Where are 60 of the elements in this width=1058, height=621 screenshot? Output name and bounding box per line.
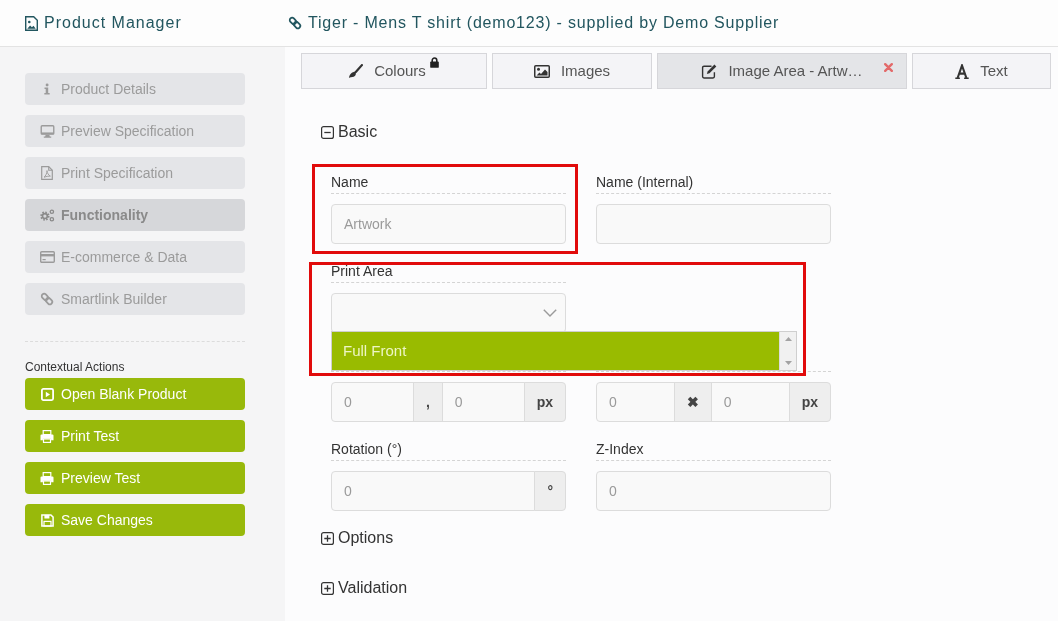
app-title: Product Manager xyxy=(44,13,182,33)
credit-card-icon xyxy=(39,251,55,263)
unit-addon: ° xyxy=(534,471,566,511)
font-icon xyxy=(955,63,970,79)
input-field[interactable]: 0 xyxy=(331,382,414,422)
action-button[interactable]: Preview Test xyxy=(25,462,245,494)
chevron-down-icon xyxy=(543,309,557,317)
field-label: Print Area xyxy=(331,261,566,283)
sidebar-item[interactable]: Smartlink Builder xyxy=(25,283,245,315)
action-button[interactable]: Save Changes xyxy=(25,504,245,536)
link-icon xyxy=(40,292,54,306)
input-field[interactable]: 0 xyxy=(331,471,536,511)
pdf-file-icon xyxy=(41,166,53,180)
section-toggle[interactable]: Validation xyxy=(321,578,408,598)
field-label: Name (Internal) xyxy=(596,172,831,194)
printer-icon xyxy=(40,471,54,485)
sidebar-item[interactable]: E-commerce & Data xyxy=(25,241,245,273)
play-square-icon xyxy=(40,387,54,401)
info-icon xyxy=(44,83,50,95)
brush-icon xyxy=(348,63,364,79)
dropdown-field[interactable] xyxy=(331,293,566,333)
unit-addon: px xyxy=(788,382,831,422)
section-toggle[interactable]: Basic xyxy=(321,122,378,142)
scrollbar[interactable] xyxy=(779,332,796,370)
triangle-down-icon[interactable] xyxy=(784,361,792,365)
tab[interactable]: Images xyxy=(492,53,652,89)
dropdown-option[interactable]: Full Front xyxy=(332,332,779,370)
sidebar-item[interactable]: Product Details xyxy=(25,73,245,105)
edit-icon xyxy=(701,63,718,79)
sidebar-item[interactable]: Preview Specification xyxy=(25,115,245,147)
close-icon[interactable] xyxy=(884,63,893,72)
printer-icon xyxy=(40,429,54,443)
action-button[interactable]: Open Blank Product xyxy=(25,378,245,410)
input-field[interactable] xyxy=(596,204,831,244)
sidebar-item[interactable]: Functionality xyxy=(25,199,245,231)
monitor-icon xyxy=(39,124,55,138)
input-field[interactable]: 0 xyxy=(596,471,831,511)
contextual-actions-heading: Contextual Actions xyxy=(25,359,126,375)
input-field[interactable]: 0 xyxy=(710,382,790,422)
separator-addon: ✖ xyxy=(673,382,712,422)
input-field[interactable]: 0 xyxy=(441,382,525,422)
separator-addon: , xyxy=(412,382,443,422)
unit-addon: px xyxy=(523,382,566,422)
field-label: Z-Index xyxy=(596,439,831,461)
tab[interactable]: Image Area - Artw… xyxy=(657,53,907,89)
tab[interactable]: Colours xyxy=(301,53,487,89)
sidebar-item[interactable]: Print Specification xyxy=(25,157,245,189)
gears-icon xyxy=(39,208,55,222)
link-icon xyxy=(288,16,302,30)
tab[interactable]: Text xyxy=(912,53,1051,89)
section-toggle[interactable]: Options xyxy=(321,528,394,548)
input-field[interactable]: Artwork xyxy=(331,204,566,244)
input-field[interactable]: 0 xyxy=(596,382,675,422)
field-label: Rotation (°) xyxy=(331,439,566,461)
action-button[interactable]: Print Test xyxy=(25,420,245,452)
image-file-icon xyxy=(25,15,38,31)
field-label: Name xyxy=(331,172,566,194)
triangle-up-icon[interactable] xyxy=(784,337,792,341)
image-icon xyxy=(533,64,550,78)
product-title: Tiger - Mens T shirt (demo123) - supplied by Demo Supplier xyxy=(308,13,780,33)
